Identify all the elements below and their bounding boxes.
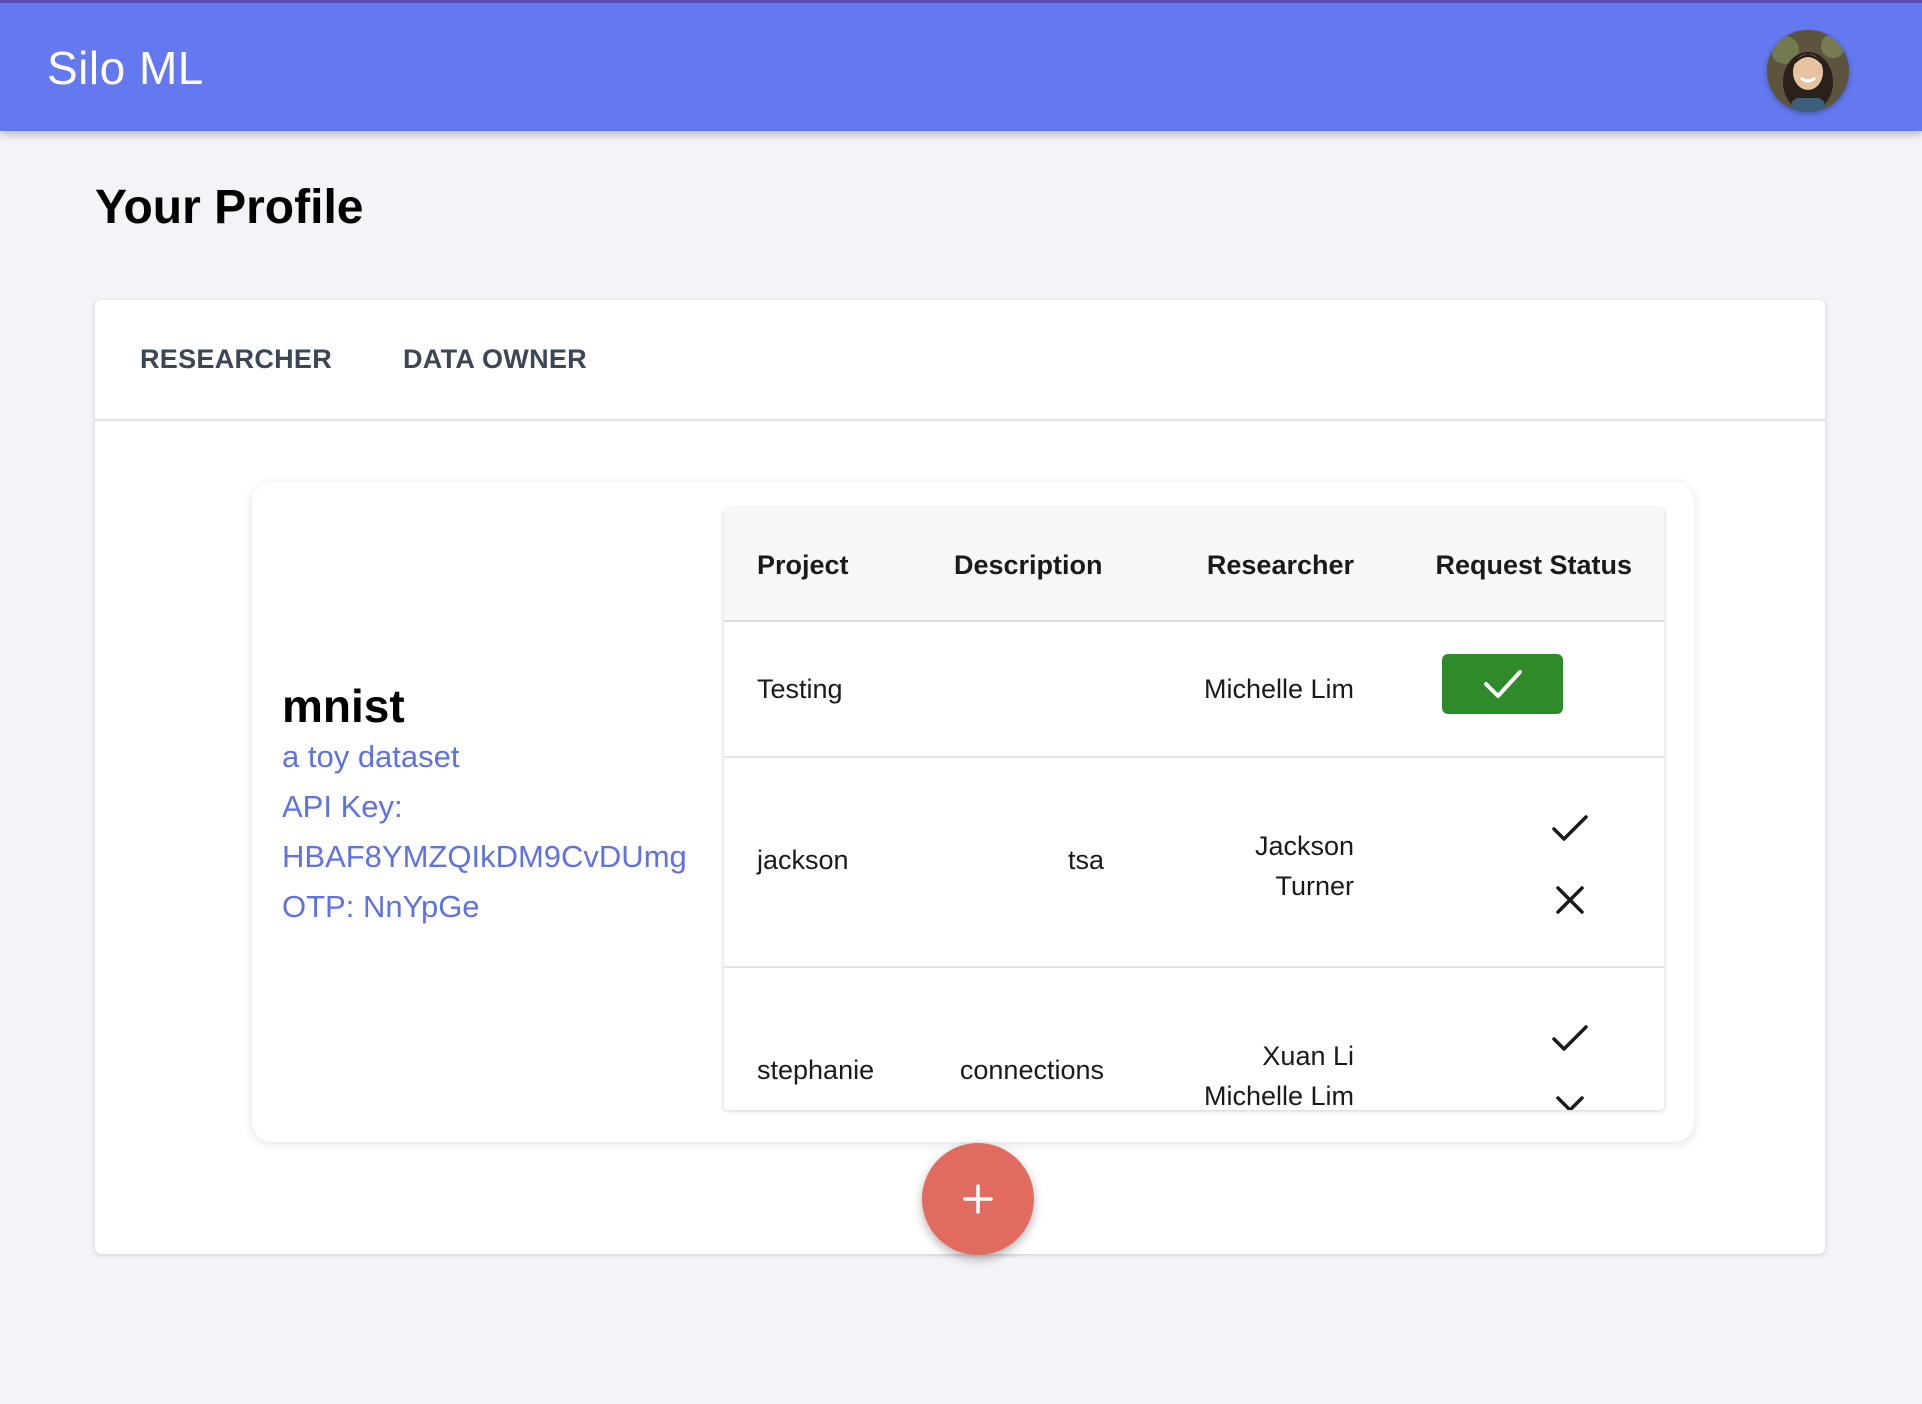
close-icon [1556,1096,1584,1110]
header-project: Project [757,550,849,580]
cell-project: Testing [757,674,843,704]
header-request-status: Request Status [1435,550,1632,580]
researcher-line: Jackson [1254,831,1354,861]
cell-project: jackson [757,845,849,875]
dataset-name: mnist [282,680,405,732]
check-icon [1484,670,1522,698]
dataset-description: a toy dataset [282,739,460,774]
researcher-line: Turner [1275,871,1354,901]
header-description: Description [954,550,1103,580]
cell-researcher: Michelle Lim [1203,674,1354,704]
approve-button[interactable] [1548,806,1592,850]
check-icon [1552,1025,1588,1051]
check-icon [1552,815,1588,841]
app-bar: Silo ML [0,0,1922,131]
table-header: Project Description Researcher Request S… [724,508,1664,622]
plus-icon [963,1184,993,1214]
header-researcher: Researcher [1206,550,1354,580]
cell-description: tsa [1067,845,1104,875]
otp-value: OTP: NnYpGe [282,889,480,924]
close-icon [1556,886,1584,914]
page-title: Your Profile [95,181,364,234]
approved-status-button[interactable] [1442,654,1563,714]
researcher-line: Xuan Li [1262,1041,1354,1071]
cell-researcher: Xuan Li Michelle Lim [1204,1036,1354,1110]
table-row: jackson tsa Jackson Turner [724,758,1664,968]
dataset-card: mnist a toy dataset API Key: HBAF8YMZQIk… [252,482,1694,1142]
api-key-label: API Key: [282,789,403,824]
profile-card: RESEARCHER DATA OWNER mnist a toy datase… [95,300,1825,1255]
tab-bar: RESEARCHER DATA OWNER [95,300,1825,421]
cell-description: connections [959,1055,1104,1085]
avatar-image [1767,30,1849,112]
cell-researcher: Jackson Turner [1255,826,1354,906]
table-row: Testing Michelle Lim [724,622,1664,758]
dataset-info: mnist a toy dataset API Key: HBAF8YMZQIk… [282,680,702,932]
user-avatar[interactable] [1767,30,1849,112]
cell-project: stephanie [757,1055,875,1085]
reject-button[interactable] [1548,1088,1592,1110]
tab-data-owner[interactable]: DATA OWNER [403,344,587,375]
app-title[interactable]: Silo ML [47,41,204,95]
tab-researcher[interactable]: RESEARCHER [140,344,332,375]
add-dataset-button[interactable] [922,1143,1034,1255]
approve-button[interactable] [1548,1016,1592,1060]
api-key-value: HBAF8YMZQIkDM9CvDUmg [282,839,687,874]
requests-table: Project Description Researcher Request S… [724,508,1664,1110]
reject-button[interactable] [1548,878,1592,922]
researcher-line: Michelle Lim [1203,1081,1354,1110]
table-row: stephanie connections Xuan Li Michelle L… [724,968,1664,1110]
